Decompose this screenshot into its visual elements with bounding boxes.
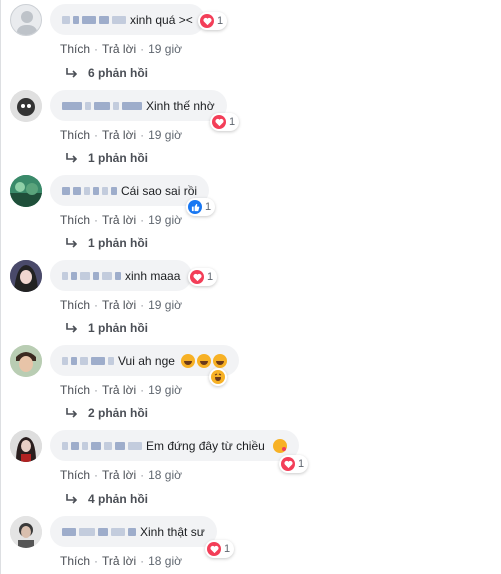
reply-link[interactable]: Trả lời (102, 128, 136, 142)
reply-link[interactable]: Trả lời (102, 554, 136, 568)
like-link[interactable]: Thích (60, 554, 90, 568)
reaction-count: 1 (229, 116, 236, 128)
commenter-name[interactable] (62, 186, 117, 195)
comment-bubble: Cái sao sai rồi (50, 175, 210, 206)
reaction-badge[interactable]: 1 (210, 113, 240, 131)
commenter-name[interactable] (62, 271, 121, 280)
laughing-emoji-icon (212, 353, 227, 368)
comment-actions: Thích · Trả lời · 19 giờ (60, 42, 182, 56)
comment-bubble: Em đứng đây từ chiều (50, 430, 299, 461)
avatar[interactable] (10, 175, 42, 207)
reply-arrow-icon (66, 238, 78, 248)
comment-bubble: xinh quá >< (50, 4, 205, 35)
left-border (0, 0, 1, 574)
reaction-badge[interactable]: 1 (279, 455, 309, 473)
laughing-emoji-icon (196, 353, 211, 368)
heart-icon (207, 542, 221, 556)
replies-count: 4 phản hồi (88, 492, 148, 506)
comment-time[interactable]: 18 giờ (148, 554, 182, 568)
like-link[interactable]: Thích (60, 383, 90, 397)
avatar[interactable] (10, 430, 42, 462)
view-replies-link[interactable]: 6 phản hồi (66, 66, 148, 80)
heart-icon (212, 115, 226, 129)
commenter-name[interactable] (62, 441, 142, 450)
comment-actions: Thích · Trả lời · 18 giờ (60, 554, 182, 568)
comment-actions: Thích · Trả lời · 19 giờ (60, 213, 182, 227)
reply-arrow-icon (66, 494, 78, 504)
replies-count: 1 phản hồi (88, 321, 148, 335)
reply-link[interactable]: Trả lời (102, 42, 136, 56)
replies-count: 6 phản hồi (88, 66, 148, 80)
laughing-emoji-icon (180, 353, 195, 368)
comment-bubble: xinh maaa (50, 260, 193, 291)
commenter-name[interactable] (62, 15, 126, 24)
view-replies-link[interactable]: 1 phản hồi (66, 151, 148, 165)
view-replies-link[interactable]: 4 phản hồi (66, 492, 148, 506)
comment-text: Xinh thế nhờ (146, 98, 215, 113)
reply-arrow-icon (66, 153, 78, 163)
comment-time[interactable]: 19 giờ (148, 42, 182, 56)
thumbs-up-icon (188, 200, 202, 214)
avatar[interactable] (10, 90, 42, 122)
commenter-name[interactable] (62, 527, 136, 536)
reaction-count: 1 (298, 458, 305, 470)
comment-bubble: Xinh thế nhờ (50, 90, 227, 121)
avatar[interactable] (10, 345, 42, 377)
reply-arrow-icon (66, 68, 78, 78)
comment-time[interactable]: 19 giờ (148, 128, 182, 142)
reply-link[interactable]: Trả lời (102, 213, 136, 227)
comment-time[interactable]: 19 giờ (148, 213, 182, 227)
reply-link[interactable]: Trả lời (102, 298, 136, 312)
comment-text: Vui ah nge (118, 353, 175, 368)
kiss-emoji-icon (272, 438, 287, 453)
reply-arrow-icon (66, 408, 78, 418)
comment-text: xinh maaa (125, 268, 181, 283)
commenter-name[interactable] (62, 356, 114, 365)
like-link[interactable]: Thích (60, 468, 90, 482)
like-link[interactable]: Thích (60, 128, 90, 142)
comment-actions: Thích · Trả lời · 19 giờ (60, 298, 182, 312)
reaction-badge[interactable]: 1 (188, 268, 218, 286)
comment-actions: Thích · Trả lời · 18 giờ (60, 468, 182, 482)
avatar[interactable] (10, 260, 42, 292)
reaction-count: 1 (217, 15, 224, 27)
like-link[interactable]: Thích (60, 213, 90, 227)
view-replies-link[interactable]: 1 phản hồi (66, 236, 148, 250)
reaction-badge[interactable] (209, 368, 227, 386)
heart-icon (190, 270, 204, 284)
reply-link[interactable]: Trả lời (102, 468, 136, 482)
reaction-count: 1 (205, 201, 212, 213)
comment-text: xinh quá >< (130, 12, 193, 27)
reaction-badge[interactable]: 1 (198, 12, 228, 30)
comment-text: Em đứng đây từ chiều (146, 438, 265, 453)
replies-count: 1 phản hồi (88, 151, 148, 165)
reaction-count: 1 (224, 543, 231, 555)
comment-time[interactable]: 19 giờ (148, 298, 182, 312)
heart-icon (281, 457, 295, 471)
like-link[interactable]: Thích (60, 298, 90, 312)
reaction-badge[interactable]: 1 (186, 198, 216, 216)
avatar[interactable] (10, 4, 42, 36)
comment-bubble: Xinh thật sư (50, 516, 217, 547)
avatar[interactable] (10, 516, 42, 548)
reply-link[interactable]: Trả lời (102, 383, 136, 397)
view-replies-link[interactable]: 1 phản hồi (66, 321, 148, 335)
like-link[interactable]: Thích (60, 42, 90, 56)
comment-text: Cái sao sai rồi (121, 183, 198, 198)
replies-count: 1 phản hồi (88, 236, 148, 250)
comment-time[interactable]: 19 giờ (148, 383, 182, 397)
comment-actions: Thích · Trả lời · 19 giờ (60, 383, 182, 397)
reaction-count: 1 (207, 271, 214, 283)
comment-time[interactable]: 18 giờ (148, 468, 182, 482)
comment-actions: Thích · Trả lời · 19 giờ (60, 128, 182, 142)
reaction-badge[interactable]: 1 (205, 540, 235, 558)
reply-arrow-icon (66, 323, 78, 333)
heart-icon (200, 14, 214, 28)
comment-text: Xinh thật sư (140, 524, 205, 539)
view-replies-link[interactable]: 2 phản hồi (66, 406, 148, 420)
haha-icon (211, 370, 225, 384)
replies-count: 2 phản hồi (88, 406, 148, 420)
commenter-name[interactable] (62, 101, 142, 110)
